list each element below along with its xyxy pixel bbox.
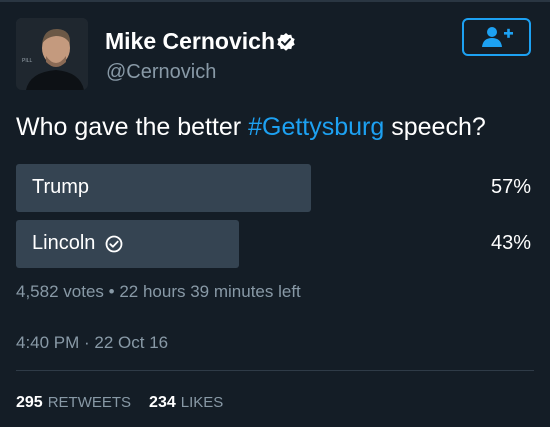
tweet-stats: 295 RETWEETS 234 LIKES bbox=[16, 394, 241, 412]
poll-option-label: Lincoln bbox=[32, 232, 123, 255]
verified-badge-icon bbox=[276, 32, 296, 52]
poll-option-percent: 57% bbox=[490, 176, 531, 198]
divider bbox=[16, 370, 534, 371]
tweet-text: Who gave the better #Gettysburg speech? bbox=[16, 113, 486, 142]
poll-meta: 4,582 votes • 22 hours 39 minutes left bbox=[16, 282, 301, 302]
poll-option-label: Trump bbox=[32, 176, 89, 199]
hashtag-link[interactable]: #Gettysburg bbox=[248, 113, 384, 141]
poll-time-left: 22 hours 39 minutes left bbox=[119, 282, 301, 301]
tweet-timestamp[interactable]: 4:40 PM · 22 Oct 16 bbox=[16, 333, 168, 353]
display-name[interactable]: Mike Cernovich bbox=[105, 28, 275, 55]
retweets-count[interactable]: 295 bbox=[16, 394, 43, 412]
poll-separator: • bbox=[108, 282, 115, 301]
follow-button[interactable] bbox=[462, 18, 531, 56]
poll-option-text: Trump bbox=[32, 176, 90, 198]
likes-label[interactable]: LIKES bbox=[181, 394, 224, 411]
poll-option-lincoln: Lincoln 43% bbox=[16, 220, 531, 268]
tweet-text-after: speech? bbox=[384, 113, 486, 141]
likes-count[interactable]: 234 bbox=[149, 394, 176, 412]
avatar[interactable]: PILL bbox=[16, 18, 88, 90]
add-user-icon bbox=[481, 27, 513, 47]
retweets-label[interactable]: RETWEETS bbox=[48, 394, 131, 411]
handle[interactable]: @Cernovich bbox=[106, 61, 216, 84]
avatar-photo: PILL bbox=[16, 18, 88, 90]
svg-text:PILL: PILL bbox=[22, 58, 33, 64]
poll-option-percent: 43% bbox=[490, 232, 531, 254]
tweet-text-before: Who gave the better bbox=[16, 113, 249, 141]
poll-option-trump: Trump 57% bbox=[16, 164, 531, 212]
poll-votes: 4,582 votes bbox=[16, 282, 104, 301]
selected-check-icon bbox=[105, 235, 123, 252]
poll-option-text: Lincoln bbox=[32, 232, 96, 254]
top-divider bbox=[0, 0, 550, 2]
